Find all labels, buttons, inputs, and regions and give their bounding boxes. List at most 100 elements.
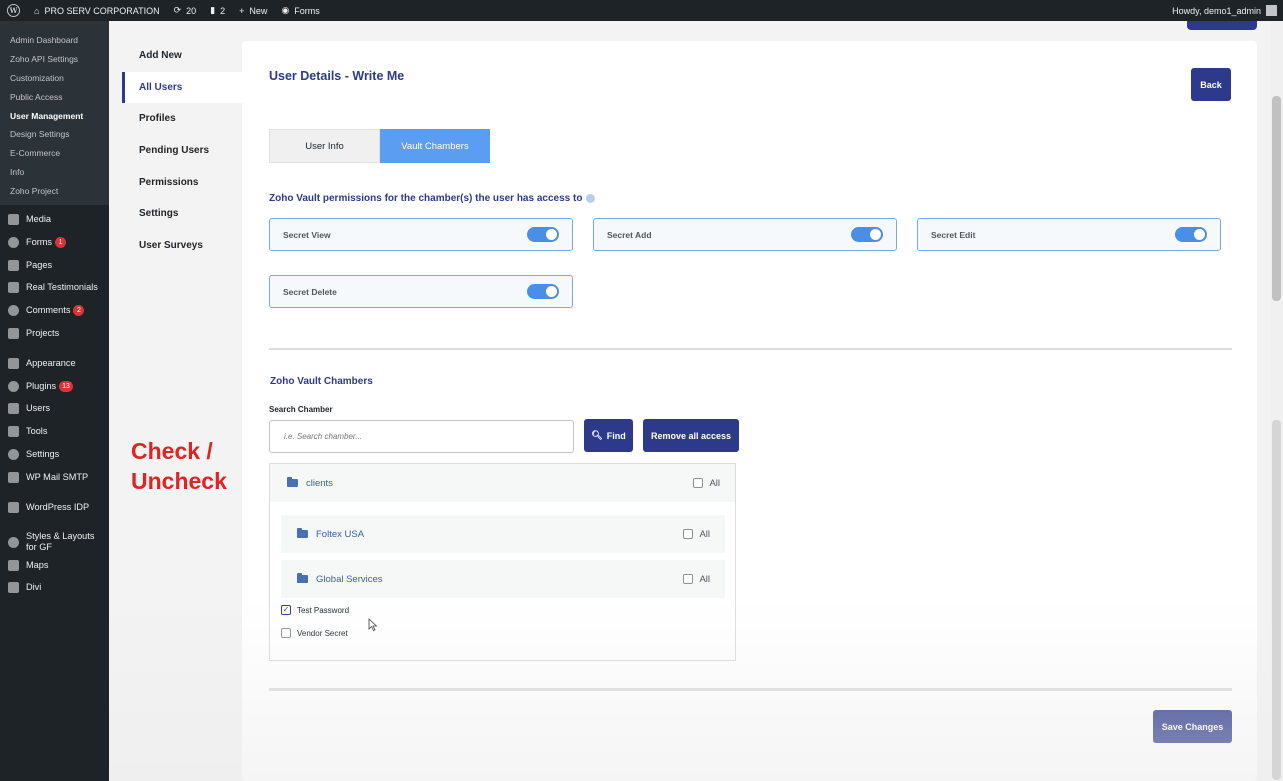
submenu-item[interactable]: User Management	[0, 106, 109, 125]
idp-icon	[8, 501, 19, 513]
sidebar-item-wordpress-idp[interactable]: WordPress IDP	[0, 500, 109, 514]
tab-user-info[interactable]: User Info	[269, 129, 380, 163]
sidebar-item-appearance[interactable]: Appearance	[0, 356, 109, 370]
checkbox[interactable]	[693, 478, 704, 488]
checkbox[interactable]	[683, 529, 694, 539]
find-button[interactable]: 🔍︎ Find	[584, 419, 633, 452]
users-icon	[8, 402, 19, 414]
sidebar-item-divi[interactable]: Divi	[0, 580, 109, 594]
secret-delete-toggle[interactable]	[527, 284, 559, 299]
sidebar-item-maps[interactable]: Maps	[0, 558, 109, 572]
tab-vault-chambers[interactable]: Vault Chambers	[380, 129, 490, 163]
wrench-icon	[8, 425, 19, 437]
sidebar-item-real-testimonials[interactable]: Real Testimonials	[0, 280, 109, 294]
submenu-item[interactable]: Admin Dashboard	[0, 31, 109, 50]
submenu-item[interactable]: Public Access	[0, 87, 109, 106]
site-name-link[interactable]: ⌂ PRO SERV CORPORATION	[27, 0, 167, 21]
sidebar-item-label: Appearance	[26, 358, 76, 368]
comments-link[interactable]: ▮ 2	[203, 0, 232, 21]
checkbox[interactable]	[683, 574, 694, 584]
forms-link[interactable]: ◉ Forms	[274, 0, 326, 21]
submenu-item[interactable]: Zoho API Settings	[0, 50, 109, 69]
scrollbar-thumb[interactable]	[1272, 96, 1281, 301]
sidebar-item-label: Styles & Layouts for GF	[26, 531, 95, 552]
search-chamber-input[interactable]	[269, 420, 574, 453]
toggle-knob	[546, 286, 557, 297]
sidebar-item-comments[interactable]: Comments 2	[0, 303, 109, 317]
folder-label: Global Services	[316, 573, 383, 585]
subnav-item[interactable]: Permissions	[122, 166, 242, 198]
sidebar-item-label: Pages	[26, 260, 53, 270]
sidebar-item-forms[interactable]: Forms 1	[0, 235, 109, 249]
forms-icon: ◉	[281, 5, 290, 15]
subnav-item[interactable]: All Users	[122, 71, 242, 104]
chamber-folder-global-services[interactable]: Global Services All	[281, 560, 725, 598]
annotation-line-2: Uncheck	[131, 468, 227, 494]
remove-all-access-button[interactable]: Remove all access	[643, 419, 739, 452]
new-content-link[interactable]: + New	[232, 0, 274, 21]
sidebar-item-label: Forms	[26, 237, 53, 247]
toggle-knob	[870, 229, 881, 240]
sidebar-item-users[interactable]: Users	[0, 401, 109, 415]
sidebar-item-label: Maps	[26, 560, 49, 570]
wordpress-logo[interactable]: W	[0, 0, 27, 21]
sidebar-item-plugins[interactable]: Plugins 13	[0, 379, 109, 393]
updates-link[interactable]: ⟳ 20	[167, 0, 204, 21]
submenu-item[interactable]: Customization	[0, 69, 109, 88]
subnav-item[interactable]: Profiles	[122, 103, 242, 135]
updates-count: 20	[186, 5, 197, 16]
back-button[interactable]: Back	[1191, 68, 1231, 101]
subnav-item[interactable]: Settings	[122, 198, 242, 230]
submenu-item[interactable]: Design Settings	[0, 125, 109, 144]
sidebar-item-wp-mail-smtp[interactable]: WP Mail SMTP	[0, 470, 109, 484]
sidebar-item-settings[interactable]: Settings	[0, 447, 109, 461]
plugin-submenu: Admin Dashboard Zoho API Settings Customiz…	[0, 21, 109, 206]
submenu-item[interactable]: Zoho Project	[0, 181, 109, 200]
subnav-item[interactable]: Add New	[122, 40, 242, 72]
permission-secret-edit: Secret Edit	[917, 218, 1221, 251]
select-all-clients[interactable]: All	[693, 478, 720, 489]
permission-label: Secret Add	[607, 229, 652, 240]
find-label: Find	[606, 430, 626, 441]
sidebar-item-tools[interactable]: Tools	[0, 424, 109, 438]
sidebar-item-projects[interactable]: Projects	[0, 326, 109, 340]
submenu-item[interactable]: Info	[0, 163, 109, 182]
admin-bar: W ⌂ PRO SERV CORPORATION ⟳ 20 ▮ 2 + New …	[0, 0, 1283, 21]
subnav-item[interactable]: Pending Users	[122, 135, 242, 167]
settings-icon	[8, 448, 19, 460]
checkbox[interactable]	[281, 628, 291, 638]
sidebar-item-label: WP Mail SMTP	[26, 472, 89, 482]
chamber-root-clients[interactable]: clients All	[270, 464, 735, 502]
chamber-folder-foltex-usa[interactable]: Foltex USA All	[281, 515, 725, 553]
save-changes-button[interactable]: Save Changes	[1153, 710, 1232, 743]
select-all-global-services[interactable]: All	[683, 574, 710, 585]
my-account[interactable]: Howdy, demo1_admin	[1172, 5, 1283, 16]
comments-icon	[8, 304, 19, 316]
sidebar-item-media[interactable]: Media	[0, 212, 109, 226]
checkbox-checked[interactable]: ✓	[281, 605, 291, 615]
sidebar-item-label: Tools	[26, 426, 48, 436]
secret-view-toggle[interactable]	[527, 227, 559, 242]
subnav-item[interactable]: User Surveys	[122, 230, 242, 262]
secret-item-test-password[interactable]: ✓ Test Password	[281, 605, 349, 615]
secret-item-vendor-secret[interactable]: Vendor Secret	[281, 628, 348, 638]
mouse-cursor-icon	[368, 618, 378, 632]
permission-secret-view: Secret View	[269, 218, 573, 251]
notification-badge: 1	[55, 236, 67, 248]
sidebar-item-pages[interactable]: Pages	[0, 258, 109, 272]
pages-icon	[8, 259, 19, 271]
select-all-foltex-usa[interactable]: All	[683, 529, 710, 540]
secret-edit-toggle[interactable]	[1175, 227, 1207, 242]
info-icon[interactable]	[586, 194, 596, 203]
scrollbar-thumb-lower[interactable]	[1272, 420, 1281, 780]
secret-add-toggle[interactable]	[851, 227, 883, 242]
permission-label: Secret Edit	[931, 229, 976, 240]
top-action-button[interactable]	[1187, 21, 1257, 30]
admin-sidebar: Admin Dashboard Zoho API Settings Customiz…	[0, 21, 109, 781]
submenu-item[interactable]: E-Commerce	[0, 144, 109, 163]
sidebar-item-label: Comments	[26, 305, 71, 315]
plug-icon	[8, 380, 19, 392]
section-divider	[269, 348, 1232, 350]
comment-icon: ▮	[210, 5, 216, 15]
sidebar-item-styles-layouts-for-gf[interactable]: Styles & Layouts for GF	[0, 530, 109, 554]
